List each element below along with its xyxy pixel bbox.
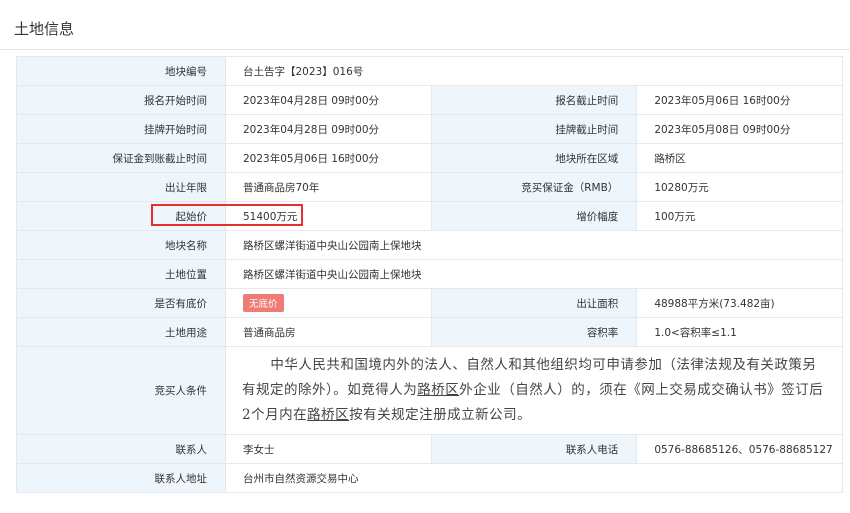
table-row: 保证金到账截止时间 2023年05月06日 16时00分 地块所在区域 路桥区 <box>16 143 843 173</box>
increment-label: 增价幅度 <box>430 201 638 231</box>
contact-label: 联系人 <box>16 434 226 464</box>
table-row: 地块名称 路桥区螺洋街道中央山公园南上保地块 <box>16 230 843 260</box>
table-row: 竞买人条件 中华人民共和国境内外的法人、自然人和其他组织均可申请参加（法律法规及… <box>16 346 843 435</box>
signup-start-label: 报名开始时间 <box>16 85 226 115</box>
table-row: 报名开始时间 2023年04月28日 09时00分 报名截止时间 2023年05… <box>16 85 843 115</box>
conditions-text-part: 按有关规定注册成立新公司。 <box>349 407 532 423</box>
area-value: 48988平方米(73.482亩) <box>636 288 843 318</box>
table-row: 地块编号 台土告字【2023】016号 <box>16 56 843 86</box>
deposit-label: 竞买保证金（RMB） <box>430 172 638 202</box>
reserve-price-cell: 无底价 <box>225 288 432 318</box>
table-row: 联系人地址 台州市自然资源交易中心 <box>16 463 843 493</box>
contact-value: 李女士 <box>225 434 432 464</box>
panel-title: 土地信息 <box>14 20 75 38</box>
usage-value: 普通商品房 <box>225 317 432 347</box>
listing-end-value: 2023年05月08日 09时00分 <box>636 114 843 144</box>
listing-start-value: 2023年04月28日 09时00分 <box>225 114 432 144</box>
district-value: 路桥区 <box>636 143 843 173</box>
listing-end-label: 挂牌截止时间 <box>430 114 638 144</box>
signup-end-value: 2023年05月06日 16时00分 <box>636 85 843 115</box>
far-value: 1.0<容积率≤1.1 <box>636 317 843 347</box>
code-value: 台土告字【2023】016号 <box>225 56 843 86</box>
phone-label: 联系人电话 <box>430 434 638 464</box>
district-label: 地块所在区域 <box>430 143 638 173</box>
table-row: 联系人 李女士 联系人电话 0576-88685126、0576-8868512… <box>16 434 843 464</box>
start-price-value: 51400万元 <box>225 201 432 231</box>
bidder-conditions-label: 竞买人条件 <box>16 346 226 435</box>
increment-value: 100万元 <box>636 201 843 231</box>
listing-start-label: 挂牌开始时间 <box>16 114 226 144</box>
table-row: 出让年限 普通商品房70年 竞买保证金（RMB） 10280万元 <box>16 172 843 202</box>
deposit-deadline-label: 保证金到账截止时间 <box>16 143 226 173</box>
table-row: 土地用途 普通商品房 容积率 1.0<容积率≤1.1 <box>16 317 843 347</box>
bidder-conditions-cell: 中华人民共和国境内外的法人、自然人和其他组织均可申请参加（法律法规及有关政策另有… <box>225 346 843 435</box>
location-label: 土地位置 <box>16 259 226 289</box>
usage-label: 土地用途 <box>16 317 226 347</box>
address-label: 联系人地址 <box>16 463 226 493</box>
no-reserve-badge: 无底价 <box>243 294 284 312</box>
title-divider <box>0 49 850 50</box>
far-label: 容积率 <box>430 317 638 347</box>
code-label: 地块编号 <box>16 56 226 86</box>
land-name-value: 路桥区螺洋街道中央山公园南上保地块 <box>225 230 843 260</box>
bidder-conditions-text: 中华人民共和国境内外的法人、自然人和其他组织均可申请参加（法律法规及有关政策另有… <box>226 347 842 434</box>
land-info-table: 地块编号 台土告字【2023】016号 报名开始时间 2023年04月28日 0… <box>16 56 843 493</box>
deposit-value: 10280万元 <box>636 172 843 202</box>
land-name-label: 地块名称 <box>16 230 226 260</box>
area-label: 出让面积 <box>430 288 638 318</box>
reserve-price-label: 是否有底价 <box>16 288 226 318</box>
deposit-deadline-value: 2023年05月06日 16时00分 <box>225 143 432 173</box>
phone-value: 0576-88685126、0576-88685127 <box>636 434 843 464</box>
start-price-label: 起始价 <box>16 201 226 231</box>
address-value: 台州市自然资源交易中心 <box>225 463 843 493</box>
district-underlined-text: 路桥区 <box>417 382 460 398</box>
table-row: 土地位置 路桥区螺洋街道中央山公园南上保地块 <box>16 259 843 289</box>
term-label: 出让年限 <box>16 172 226 202</box>
table-row: 挂牌开始时间 2023年04月28日 09时00分 挂牌截止时间 2023年05… <box>16 114 843 144</box>
table-row: 起始价 51400万元 增价幅度 100万元 <box>16 201 843 231</box>
table-row: 是否有底价 无底价 出让面积 48988平方米(73.482亩) <box>16 288 843 318</box>
signup-start-value: 2023年04月28日 09时00分 <box>225 85 432 115</box>
location-value: 路桥区螺洋街道中央山公园南上保地块 <box>225 259 843 289</box>
district-underlined-text: 路桥区 <box>307 407 350 423</box>
term-value: 普通商品房70年 <box>225 172 432 202</box>
signup-end-label: 报名截止时间 <box>430 85 638 115</box>
